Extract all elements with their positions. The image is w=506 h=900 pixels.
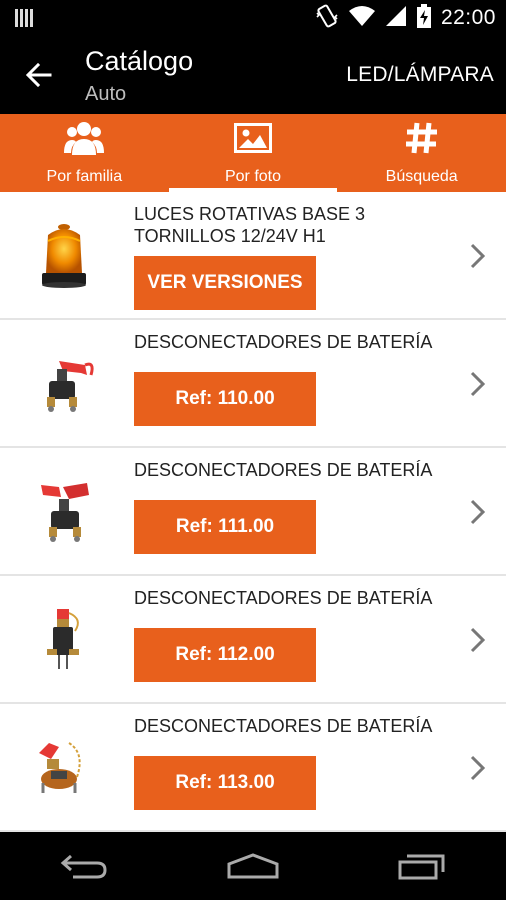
reference-button[interactable]: Ref: 113.00 [134, 756, 316, 810]
system-nav-bar [0, 832, 506, 900]
reference-button[interactable]: Ref: 110.00 [134, 372, 316, 426]
reference-button[interactable]: Ref: 111.00 [134, 500, 316, 554]
battery-disconnector-icon [20, 596, 108, 684]
signal-bars-icon [14, 8, 34, 28]
list-item[interactable]: DESCONECTADORES DE BATERÍA Ref: 111.00 [0, 448, 506, 576]
item-title: DESCONECTADORES DE BATERÍA [134, 332, 433, 352]
cell-signal-icon [385, 5, 407, 32]
ver-versiones-button[interactable]: VER VERSIONES [134, 256, 316, 310]
vibrate-icon [315, 4, 339, 33]
page-subtitle: Auto [85, 83, 127, 105]
chevron-right-icon[interactable] [468, 242, 488, 270]
tab-bar: Por familia Por foto Búsqueda [0, 114, 506, 192]
battery-disconnector-icon [20, 340, 108, 428]
list-item[interactable]: LUCES ROTATIVAS BASE 3 TORNILLOS 12/24V … [0, 192, 506, 320]
chevron-right-icon[interactable] [468, 626, 488, 654]
list-item[interactable]: DESCONECTADORES DE BATERÍA Ref: 113.00 [0, 704, 506, 832]
item-title: DESCONECTADORES DE BATERÍA [134, 460, 433, 480]
status-time: 22:00 [440, 6, 496, 29]
arrow-left-icon [26, 63, 52, 87]
tab-por-foto[interactable]: Por foto [168, 114, 338, 192]
item-title: LUCES ROTATIVAS BASE 3 TORNILLOS 12/24V … [134, 204, 366, 246]
rotating-beacon-icon [20, 212, 108, 300]
list-item[interactable]: DESCONECTADORES DE BATERÍA Ref: 112.00 [0, 576, 506, 704]
item-title: DESCONECTADORES DE BATERÍA [134, 588, 433, 608]
nav-home-button[interactable] [213, 841, 293, 891]
category-action-button[interactable]: LED/LÁMPARA [346, 63, 494, 87]
back-icon [61, 854, 107, 879]
wifi-icon [348, 5, 375, 32]
page-title: Catálogo [85, 46, 194, 76]
battery-charging-icon [416, 3, 431, 33]
chevron-right-icon[interactable] [468, 498, 488, 526]
image-icon [234, 120, 272, 156]
product-list: LUCES ROTATIVAS BASE 3 TORNILLOS 12/24V … [0, 192, 506, 832]
chevron-right-icon[interactable] [468, 754, 488, 782]
home-icon [227, 853, 279, 879]
status-bar: 22:00 [0, 0, 506, 36]
recents-icon [398, 854, 445, 880]
hash-icon [405, 120, 439, 156]
people-icon [64, 120, 105, 156]
tab-label: Por familia [46, 168, 123, 185]
status-icons: 22:00 [315, 3, 496, 33]
back-button[interactable] [20, 56, 58, 94]
list-item[interactable]: DESCONECTADORES DE BATERÍA Ref: 110.00 [0, 320, 506, 448]
battery-disconnector-icon [20, 468, 108, 556]
tab-label: Búsqueda [385, 168, 458, 185]
battery-disconnector-icon [20, 724, 108, 812]
app-bar: Catálogo Auto LED/LÁMPARA [0, 36, 506, 114]
chevron-right-icon[interactable] [468, 370, 488, 398]
nav-recents-button[interactable] [382, 841, 462, 891]
nav-back-button[interactable] [44, 841, 124, 891]
tab-por-familia[interactable]: Por familia [0, 114, 169, 192]
item-title: DESCONECTADORES DE BATERÍA [134, 716, 433, 736]
tab-busqueda[interactable]: Búsqueda [337, 114, 506, 192]
reference-button[interactable]: Ref: 112.00 [134, 628, 316, 682]
tab-label: Por foto [224, 168, 282, 185]
